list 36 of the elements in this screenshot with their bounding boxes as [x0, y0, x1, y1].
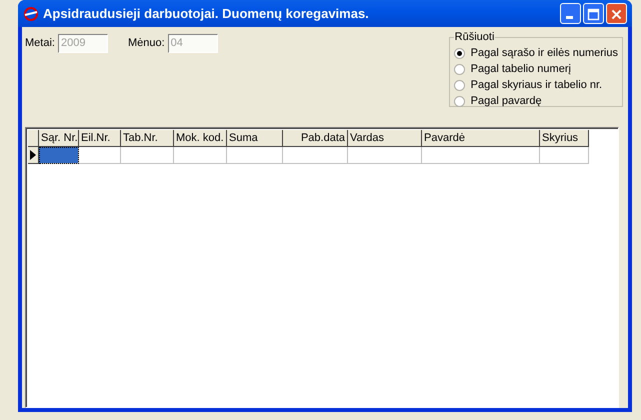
table-cell[interactable]: [39, 147, 79, 164]
sort-option[interactable]: Pagal skyriaus ir tabelio nr.: [454, 77, 618, 93]
column-header[interactable]: Eil.Nr.: [79, 130, 121, 147]
field-label: Metai:: [25, 37, 55, 49]
app-icon: [23, 6, 39, 22]
column-header[interactable]: Pavardė: [422, 130, 540, 147]
window-title: Apsidraudusieji darbuotojai. Duomenų koregavimas.: [43, 6, 370, 21]
column-header[interactable]: Mok. kod.: [174, 130, 227, 147]
table-cell[interactable]: [227, 147, 283, 164]
sort-option[interactable]: Pagal sąrašo ir eilės numerius: [454, 45, 618, 61]
column-header[interactable]: Vardas: [348, 130, 422, 147]
group-title: Rūšiuoti: [454, 31, 496, 43]
maximize-button[interactable]: [583, 3, 604, 24]
column-header[interactable]: Sąr. Nr.: [39, 130, 79, 147]
sort-option[interactable]: Pagal pavardę: [454, 93, 618, 109]
table-cell[interactable]: [348, 147, 422, 164]
column-header[interactable]: Skyrius: [540, 130, 589, 147]
minimize-button[interactable]: [560, 3, 581, 24]
table-cell[interactable]: [422, 147, 540, 164]
radio-button[interactable]: [454, 64, 465, 74]
sort-option[interactable]: Pagal tabelio numerį: [454, 61, 618, 77]
table-cell[interactable]: [121, 147, 174, 164]
table-cell[interactable]: [79, 147, 121, 164]
table-cell[interactable]: [540, 147, 589, 164]
close-button[interactable]: [606, 3, 627, 24]
table-cell[interactable]: [283, 147, 348, 164]
column-header[interactable]: Pab.data: [283, 130, 348, 147]
radio-button[interactable]: [454, 80, 465, 90]
radio-button[interactable]: [454, 48, 465, 58]
radio-button[interactable]: [454, 96, 465, 106]
column-header[interactable]: Suma: [227, 130, 283, 147]
current-row-icon: [30, 150, 36, 160]
field-label: Mėnuo:: [128, 37, 165, 49]
table-cell[interactable]: [174, 147, 227, 164]
column-header[interactable]: Tab.Nr.: [121, 130, 174, 147]
minimize-icon: [566, 16, 573, 19]
